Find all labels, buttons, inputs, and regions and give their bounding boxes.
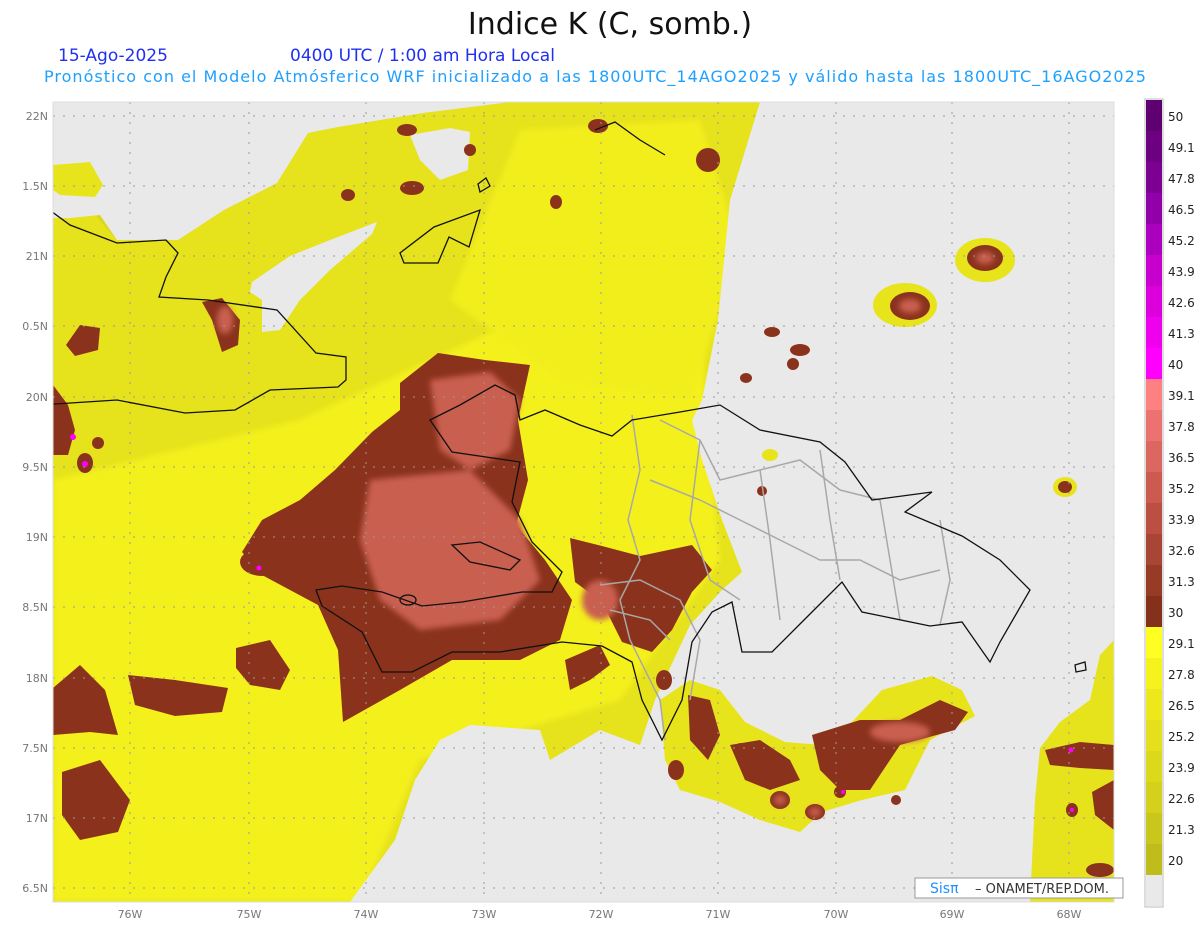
colorbar-swatch [1146,534,1162,565]
chart-title: Indice K (C, somb.) [468,7,752,42]
colorbar-label: 27.8 [1168,668,1195,682]
lat-label: 8.5N [22,601,48,614]
lat-label: 1.5N [22,180,48,193]
map-area [53,102,1114,902]
colorbar-swatch [1146,348,1162,379]
colorbar-swatch [1146,596,1162,627]
colorbar-swatch [1146,224,1162,255]
colorbar-swatch [1146,441,1162,472]
colorbar-label: 45.2 [1168,234,1195,248]
colorbar-label: 33.9 [1168,513,1195,527]
lat-label: 18N [26,672,48,685]
lon-label: 73W [472,908,497,921]
colorbar-swatch [1146,410,1162,441]
date-label: 15-Ago-2025 [58,46,168,66]
colorbar-swatch [1146,286,1162,317]
lat-label: 9.5N [22,461,48,474]
latitude-labels: 22N 1.5N 21N 0.5N 20N 9.5N 19N 8.5N 18N … [22,110,48,895]
colorbar-swatch [1146,193,1162,224]
lat-label: 20N [26,391,48,404]
colorbar-swatch [1146,255,1162,286]
time-label: 0400 UTC / 1:00 am Hora Local [290,46,555,66]
colorbar-label: 21.3 [1168,823,1195,837]
colorbar-label: 25.2 [1168,730,1195,744]
colorbar-swatch [1146,503,1162,534]
colorbar-label: 36.5 [1168,451,1195,465]
colorbar-swatch [1146,689,1162,720]
colorbar-swatch [1146,627,1162,658]
colorbar-swatch [1146,317,1162,348]
colorbar-label: 30 [1168,606,1183,620]
colorbar-label: 40 [1168,358,1183,372]
lat-label: 0.5N [22,320,48,333]
colorbar-swatch [1146,782,1162,813]
lon-label: 70W [824,908,849,921]
colorbar-label: 49.1 [1168,141,1195,155]
colorbar-label: 46.5 [1168,203,1195,217]
sispi-logo: Sisπ [930,881,959,897]
colorbar-swatch [1146,813,1162,844]
colorbar-label: 35.2 [1168,482,1195,496]
lon-label: 72W [589,908,614,921]
colorbar-label: 23.9 [1168,761,1195,775]
colorbar-label: 26.5 [1168,699,1195,713]
lat-label: 22N [26,110,48,123]
lon-label: 74W [354,908,379,921]
colorbar-swatch [1146,162,1162,193]
colorbar-swatch [1146,100,1162,131]
colorbar-label: 32.6 [1168,544,1195,558]
lon-label: 76W [118,908,143,921]
lat-label: 17N [26,812,48,825]
colorbar-swatch [1146,875,1162,906]
colorbar-label: 43.9 [1168,265,1195,279]
map-figure: Indice K (C, somb.) 15-Ago-2025 0400 UTC… [22,7,1195,921]
lat-label: 6.5N [22,882,48,895]
colorbar-label: 29.1 [1168,637,1195,651]
longitude-labels: 76W 75W 74W 73W 72W 71W 70W 69W 68W [118,908,1082,921]
colorbar-swatch [1146,131,1162,162]
colorbar-swatch [1146,658,1162,689]
colorbar-label: 47.8 [1168,172,1195,186]
lon-label: 71W [706,908,731,921]
lon-label: 68W [1057,908,1082,921]
colorbar-swatch [1146,844,1162,875]
colorbar-swatch [1146,379,1162,410]
lat-label: 19N [26,531,48,544]
colorbar-label: 42.6 [1168,296,1195,310]
colorbar-label: 22.6 [1168,792,1195,806]
lon-label: 69W [940,908,965,921]
forecast-info: Pronóstico con el Modelo Atmósferico WRF… [44,67,1146,87]
colorbar-swatch [1146,720,1162,751]
credit-box: Sisπ – ONAMET/REP.DOM. [914,877,1124,899]
lon-label: 75W [237,908,262,921]
colorbar-label: 39.1 [1168,389,1195,403]
colorbar-swatch [1146,565,1162,596]
colorbar-swatch [1146,472,1162,503]
colorbar-swatch [1146,751,1162,782]
colorbar-label: 20 [1168,854,1183,868]
colorbar-legend: 50 49.1 47.8 46.5 45.2 43.9 42.6 41.3 40 39.1 37.8… [1144,98,1195,908]
lat-label: 21N [26,250,48,263]
credit-text: – ONAMET/REP.DOM. [975,882,1109,897]
colorbar-label: 50 [1168,110,1183,124]
colorbar-label: 41.3 [1168,327,1195,341]
colorbar-label: 37.8 [1168,420,1195,434]
colorbar-label: 31.3 [1168,575,1195,589]
lat-label: 7.5N [22,742,48,755]
